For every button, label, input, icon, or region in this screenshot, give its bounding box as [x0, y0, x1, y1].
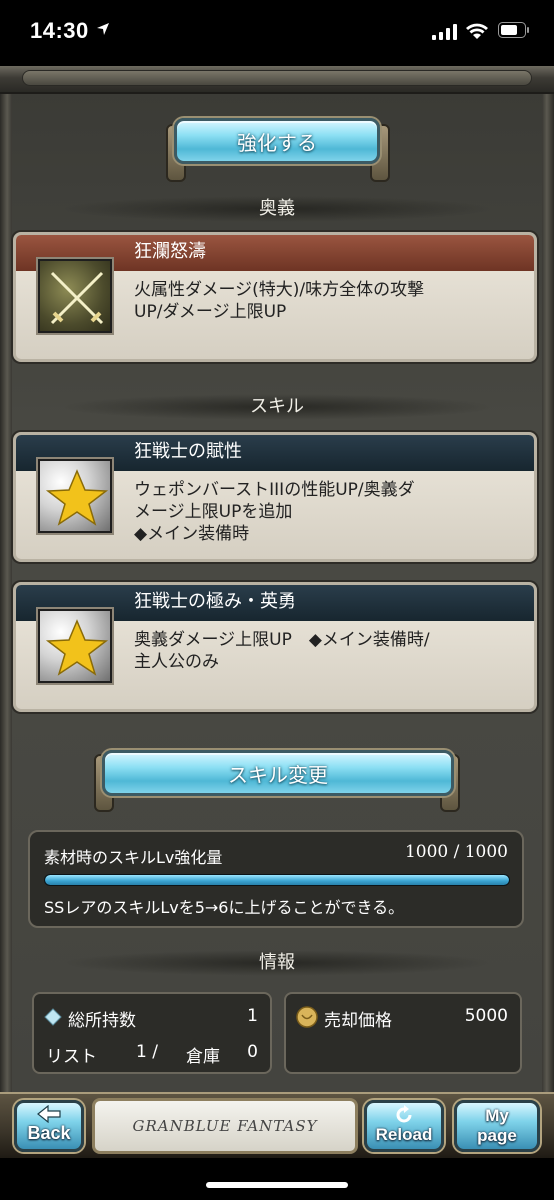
- section-header-skill: スキル: [60, 394, 494, 420]
- skill-lv-panel: 素材時のスキルLv強化量 1000 / 1000 SSレアのスキルLvを5→6に…: [28, 830, 524, 928]
- skill2-desc-line1: 奥義ダメージ上限UP ◆メイン装備時/: [134, 630, 430, 650]
- my-page-button[interactable]: My page: [454, 1100, 540, 1152]
- skill1-desc-line2: メージ上限UPを追加: [134, 502, 293, 522]
- section-title-info: 情報: [259, 952, 295, 973]
- back-button-label: Back: [27, 1123, 71, 1143]
- total-owned-value: 1: [247, 1006, 258, 1026]
- status-bar: 14:30: [0, 0, 554, 66]
- reload-button[interactable]: Reload: [364, 1100, 444, 1152]
- enhance-button[interactable]: 強化する: [174, 118, 380, 164]
- skill-description-1: ウェポンバーストIIIの性能UP/奥義ダ メージ上限UPを追加 ◆メイン装備時: [16, 471, 534, 545]
- total-owned-label: 総所持数: [68, 1011, 136, 1031]
- status-time: 14:30: [30, 18, 89, 43]
- ougi-desc-line2: UP/ダメージ上限UP: [134, 302, 287, 322]
- sell-price-value: 5000: [464, 1006, 508, 1026]
- skill-lv-progress-fill: [45, 875, 509, 885]
- skill-lv-description: SSレアのスキルLvを5→6に上げることができる。: [44, 898, 405, 917]
- section-header-info: 情報: [60, 950, 494, 976]
- frame-right: [542, 66, 554, 1092]
- storage-value: 0: [247, 1042, 258, 1062]
- top-rail: [0, 66, 554, 94]
- sell-price-panel: 売却価格 5000: [284, 992, 522, 1074]
- list-label: リスト: [46, 1047, 97, 1067]
- rupie-coin-icon: [296, 1006, 318, 1028]
- skill-description-2: 奥義ダメージ上限UP ◆メイン装備時/ 主人公のみ: [16, 621, 534, 673]
- diamond-icon: [44, 1008, 62, 1026]
- ougi-card[interactable]: 狂瀾怒濤 火属性ダメージ(特大)/味方全体の攻撃 UP/ダメージ上限UP: [13, 232, 537, 362]
- ougi-desc-line1: 火属性ダメージ(特大)/味方全体の攻撃: [134, 280, 425, 300]
- home-indicator[interactable]: [206, 1182, 348, 1188]
- back-button[interactable]: Back: [14, 1100, 84, 1152]
- skill2-desc-line2: 主人公のみ: [134, 652, 219, 672]
- granblue-fantasy-logo[interactable]: GRANBLUE FANTASY: [92, 1098, 358, 1154]
- location-arrow-icon: [97, 23, 109, 35]
- back-arrow-icon: [37, 1105, 61, 1123]
- skill-lv-progress-bar: [44, 874, 510, 886]
- skill-card-1[interactable]: 狂戦士の賦性 ウェポンバーストIIIの性能UP/奥義ダ メージ上限UPを追加 ◆…: [13, 432, 537, 562]
- skill-card-2[interactable]: 狂戦士の極み・英勇 奥義ダメージ上限UP ◆メイン装備時/ 主人公のみ: [13, 582, 537, 712]
- bottom-nav-bar: Back GRANBLUE FANTASY Reload My page: [0, 1092, 554, 1158]
- battery-icon: [498, 22, 529, 38]
- section-header-ougi: 奥義: [60, 196, 494, 222]
- skill-lv-label: 素材時のスキルLv強化量: [44, 848, 223, 867]
- logo-text: GRANBLUE FANTASY: [132, 1117, 318, 1135]
- ougi-description: 火属性ダメージ(特大)/味方全体の攻撃 UP/ダメージ上限UP: [16, 271, 534, 323]
- sell-price-label: 売却価格: [324, 1011, 392, 1031]
- game-screen: 強化する 奥義 狂瀾怒濤 火属性ダメージ(特大)/味方全体の攻撃 UP/ダメージ…: [0, 66, 554, 1092]
- cellular-signal-icon: [432, 24, 457, 40]
- skill1-desc-line3: ◆メイン装備時: [134, 524, 250, 544]
- my-page-label-line1: My: [485, 1106, 509, 1125]
- frame-left: [0, 66, 12, 1092]
- list-value: 1 /: [136, 1042, 158, 1062]
- reload-button-label: Reload: [375, 1125, 433, 1144]
- section-title-skill: スキル: [250, 396, 304, 417]
- reload-icon: [396, 1105, 412, 1123]
- skill-change-button[interactable]: スキル変更: [102, 750, 454, 796]
- skill-change-button-label: スキル変更: [228, 762, 328, 787]
- enhance-button-label: 強化する: [237, 130, 317, 155]
- wifi-icon: [466, 23, 488, 39]
- my-page-label-line2: page: [477, 1126, 517, 1145]
- skill1-desc-line1: ウェポンバーストIIIの性能UP/奥義ダ: [134, 480, 415, 500]
- storage-label: 倉庫: [186, 1047, 220, 1067]
- possession-panel: 総所持数 1 リスト 1 / 倉庫 0: [32, 992, 272, 1074]
- bottom-safe-area: [0, 1158, 554, 1200]
- skill-lv-value: 1000 / 1000: [404, 842, 508, 862]
- section-title-ougi: 奥義: [259, 198, 295, 219]
